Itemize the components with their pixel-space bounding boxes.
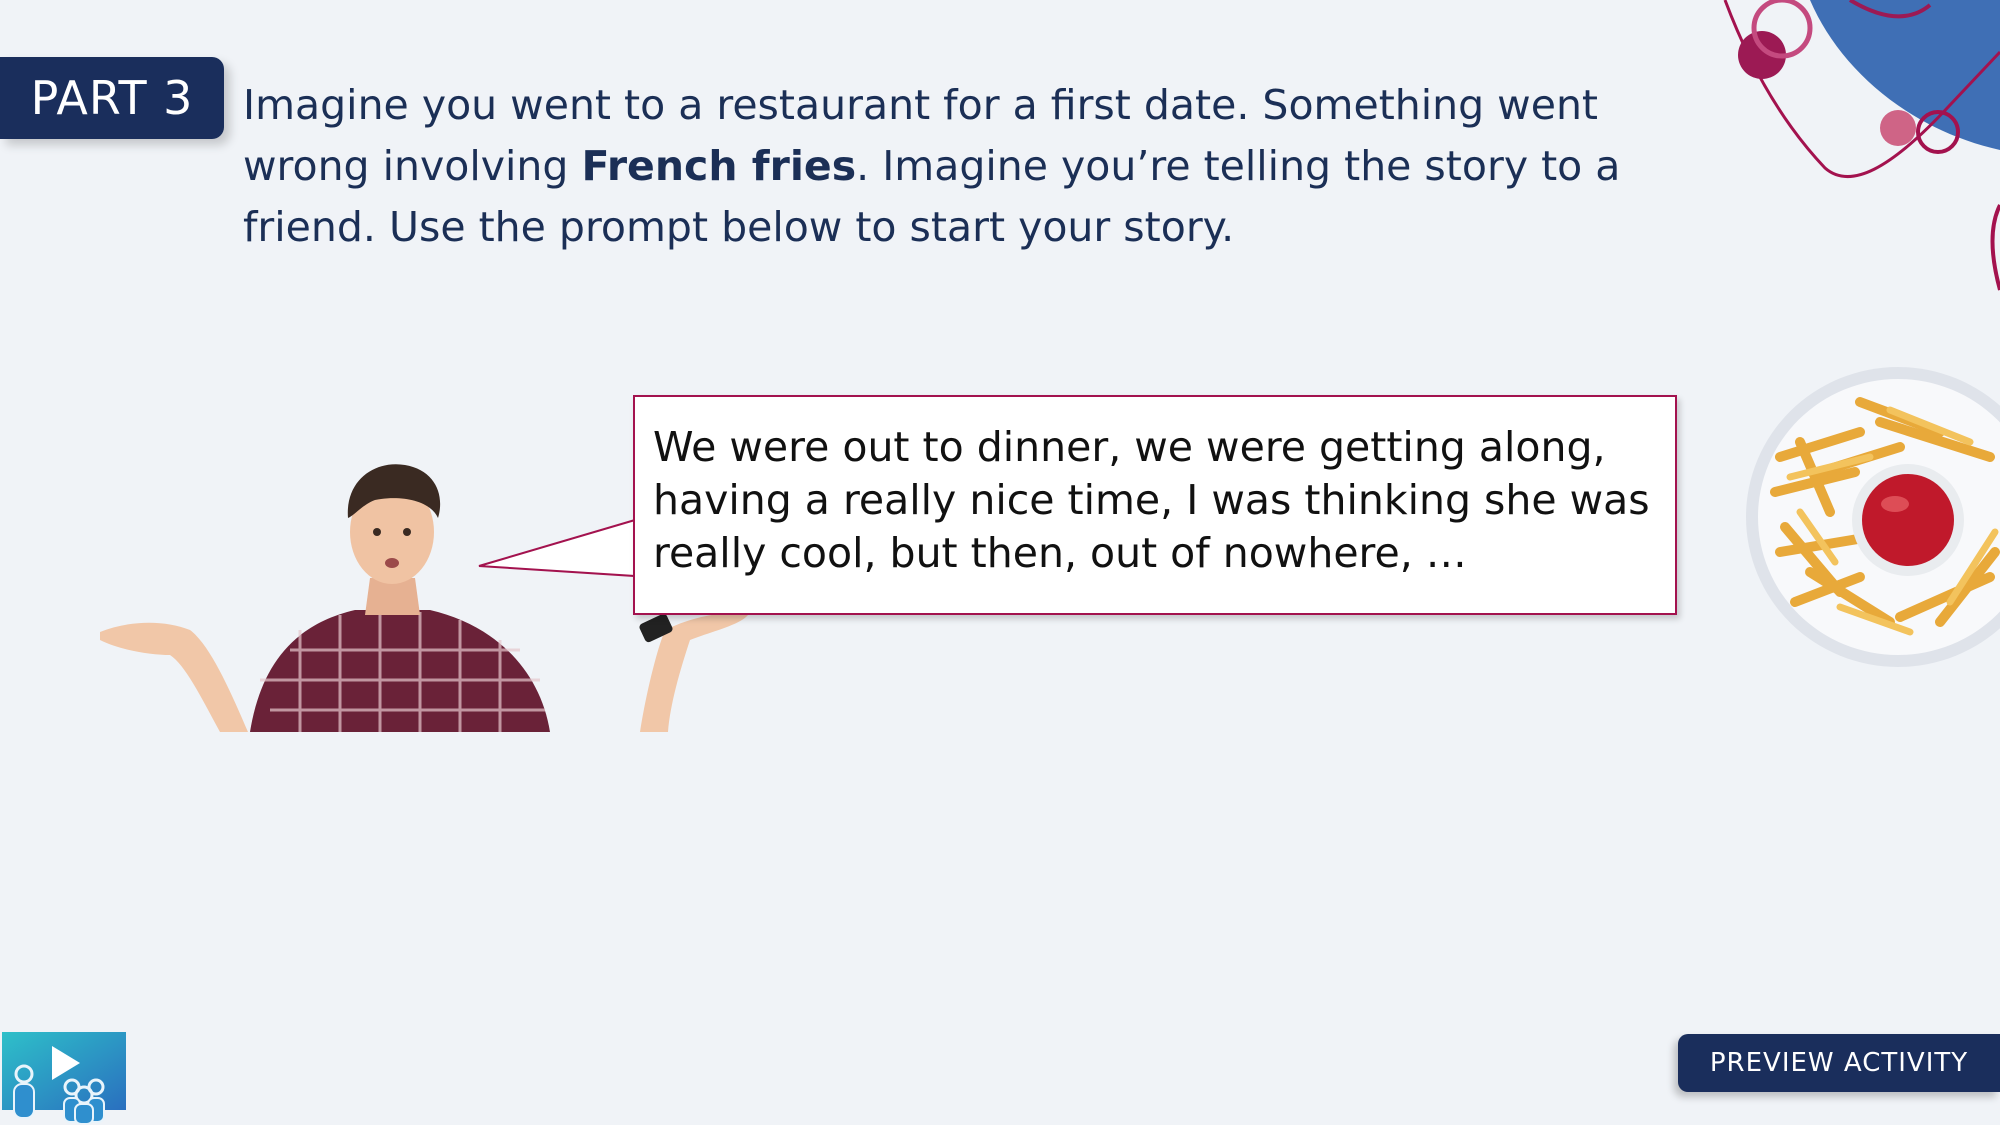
speech-box: We were out to dinner, we were getting a…: [633, 395, 1677, 615]
speech-line: really cool, but then, out of nowhere, …: [653, 529, 1467, 577]
preview-activity-button[interactable]: PREVIEW ACTIVITY: [1678, 1034, 2000, 1092]
instructions-text: Imagine you went to a restaurant for a f…: [243, 75, 1723, 258]
speech-text: We were out to dinner, we were getting a…: [653, 421, 1663, 580]
speech-line: having a really nice time, I was thinkin…: [653, 476, 1650, 524]
speech-bubble: We were out to dinner, we were getting a…: [475, 390, 1680, 620]
french-fries-plate-icon: [1746, 367, 2000, 667]
speech-bubble-tail: [478, 518, 637, 578]
part-badge: PART 3: [0, 57, 224, 139]
speech-line: We were out to dinner, we were getting a…: [653, 423, 1606, 471]
decorative-corner-shapes: [1723, 0, 2000, 291]
instructions-bold: French fries: [581, 142, 857, 190]
video-classroom-logo-icon: [2, 1032, 126, 1124]
